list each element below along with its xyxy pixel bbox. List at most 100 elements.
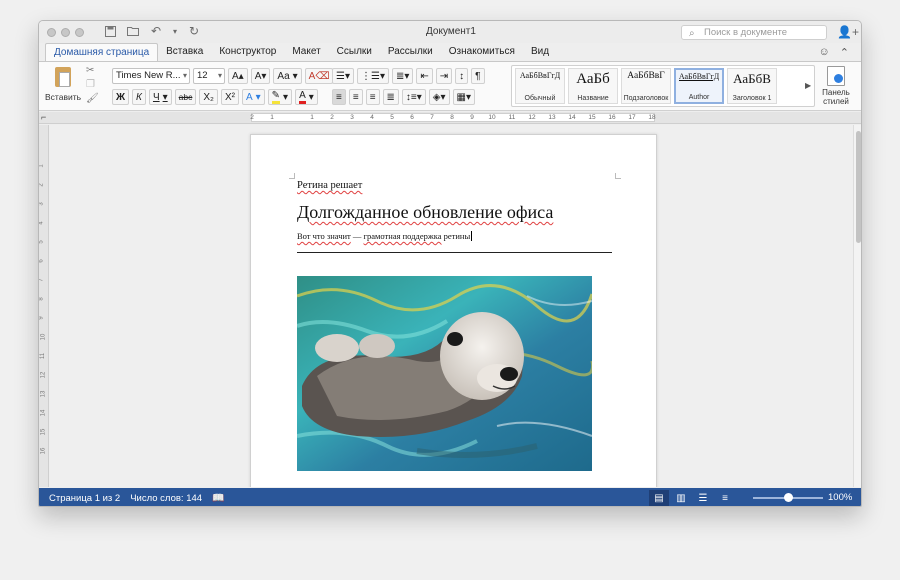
subscript-label: X₂ [203,91,214,103]
ruler-tick-label: 18 [648,114,656,121]
grow-font-button[interactable]: A▴ [228,68,248,84]
document-subtitle[interactable]: Вот что значит — грамотная поддержка рет… [297,231,473,241]
font-row-top: Times New R... 12 A▴ A▾ Aa▾ A⌫ [112,68,334,84]
horizontal-ruler[interactable]: ⌐ 2 1 1 2 3 4 5 6 7 8 9 10 11 12 13 14 15 16 17 18 [39,112,861,124]
shading-icon[interactable]: ◈▾ [428,89,450,105]
web-layout-icon[interactable]: ▥ [671,490,691,507]
style-heading-1-preview: АаБбВ [733,71,771,86]
page-count[interactable]: Страница 1 из 2 [49,493,120,504]
sort-icon[interactable]: ↕ [455,68,469,84]
decrease-indent-icon[interactable]: ⇤ [416,68,433,84]
brush-icon[interactable]: 🖌 [86,93,99,104]
document-title[interactable]: Долгожданное обновление офиса [297,202,553,223]
zoom-level[interactable]: 100% [828,492,852,503]
scissors-icon[interactable]: ✂ [86,65,99,76]
undo-icon[interactable]: ↶ [149,24,163,38]
align-center-icon[interactable]: ≡ [348,89,363,105]
shrink-font-button[interactable]: A▾ [250,68,271,84]
close-window-button[interactable] [47,28,56,37]
paragraph-row-top: ☰▾ ⋮☰▾ ≣▾ ⇤ ⇥ ↕ ¶ [332,68,485,84]
undo-dropdown[interactable]: ▾ [172,24,178,38]
add-user-icon[interactable]: 👤+ [837,25,859,39]
vertical-ruler[interactable]: 1 2 3 4 5 6 7 8 9 10 11 12 13 14 15 16 [39,125,49,487]
borders-icon[interactable]: ▦▾ [452,89,475,105]
style-normal[interactable]: АаБбВвГгД Обычный [515,68,565,104]
vertical-scrollbar[interactable] [853,125,861,487]
tab-references[interactable]: Ссылки [329,43,380,61]
tab-insert[interactable]: Вставка [158,43,211,61]
otter-photo[interactable] [297,276,592,471]
text-cursor [471,231,473,241]
increase-indent-icon[interactable]: ⇥ [435,68,453,84]
superscript-button[interactable]: X² [220,89,239,105]
tab-view[interactable]: Вид [523,43,557,61]
chevron-up-icon[interactable]: ⌃ [840,46,849,59]
smiley-icon[interactable]: ☺ [819,46,830,59]
ruler-tick-label: 16 [608,114,616,121]
italic-button[interactable]: К [132,89,146,105]
tab-review[interactable]: Ознакомиться [441,43,523,61]
subscript-button[interactable]: X₂ [199,89,218,105]
book-check-icon[interactable]: 📖 [212,493,224,504]
print-layout-icon[interactable]: ▤ [649,489,669,506]
tab-home[interactable]: Домашняя страница [45,43,159,61]
underline-button[interactable]: Ч ▾ [148,89,172,105]
line-spacing-icon[interactable]: ↕≡▾ [401,89,426,105]
pilcrow-icon[interactable]: ¶ [471,68,485,84]
font-size-select[interactable]: 12 [193,68,225,84]
align-right-icon[interactable]: ≡ [365,89,380,105]
tab-stop-selector[interactable]: ⌐ [41,112,46,122]
vertical-ruler-tick-label: 2 [38,183,45,187]
minimize-window-button[interactable] [61,28,70,37]
document-horizontal-rule [297,252,612,253]
ruler-tick-label: 9 [470,114,474,121]
style-author[interactable]: АаБбВвГгД Author [674,68,724,104]
scrollbar-thumb[interactable] [856,131,861,243]
justify-icon[interactable]: ≣ [382,89,399,105]
tab-design[interactable]: Конструктор [211,43,284,61]
style-heading-1[interactable]: АаБбВ Заголовок 1 [727,68,777,104]
document-page[interactable]: Ретина решает Долгожданное обновление оф… [250,134,657,487]
draft-view-icon[interactable]: ≡ [715,490,735,507]
document-heading[interactable]: Ретина решает [297,180,362,191]
vertical-ruler-tick-label: 3 [38,202,45,206]
open-folder-icon[interactable] [126,24,140,38]
ruler-tick-label: 7 [430,114,434,121]
word-count[interactable]: Число слов: 144 [130,493,202,504]
style-title[interactable]: АаБб Название [568,68,618,104]
highlight-button[interactable]: ✎ ▾ [267,89,293,105]
paste-button[interactable]: Вставить [45,67,81,102]
zoom-window-button[interactable] [75,28,84,37]
styles-more-arrow[interactable]: ▶ [805,81,811,90]
status-bar: Страница 1 из 2 Число слов: 144 📖 ▤ ▥ ☰ … [39,488,861,507]
font-color-button[interactable]: A ▾ [295,89,318,105]
vertical-ruler-tick-label: 7 [38,278,45,282]
vertical-ruler-tick-label: 11 [40,352,47,360]
text-effects-button[interactable]: A ▾ [241,89,265,105]
outline-view-icon[interactable]: ☰ [693,490,713,507]
tab-layout[interactable]: Макет [284,43,328,61]
change-case-button[interactable]: Aa ▾ [273,68,302,84]
tab-mailings[interactable]: Рассылки [380,43,441,61]
zoom-slider-knob[interactable] [784,493,793,502]
style-author-preview: АаБбВвГгД [678,72,720,81]
font-name-select[interactable]: Times New R... [112,68,190,84]
strikethrough-button[interactable]: abc [174,89,197,105]
style-pane-icon [827,66,845,86]
bold-button[interactable]: Ж [112,89,130,105]
save-icon[interactable] [103,24,117,38]
multilevel-icon[interactable]: ≣▾ [391,68,414,84]
style-pane-button[interactable]: Панель стилей [816,66,856,106]
clear-format-icon[interactable]: A⌫ [304,68,334,84]
copy-icon[interactable]: ❐ [86,79,99,90]
ruler-tick-label: 12 [528,114,536,121]
align-left-icon[interactable]: ≡ [332,89,346,105]
bullets-icon[interactable]: ☰▾ [332,68,354,84]
numbering-icon[interactable]: ⋮☰▾ [356,68,389,84]
search-input[interactable]: ⌕ Поиск в документе [681,25,827,40]
vertical-ruler-tick-label: 12 [40,371,47,379]
subtitle-part: — [350,231,364,241]
redo-icon[interactable]: ↻ [187,24,201,38]
ribbon-right-controls: ☺ ⌃ [819,46,849,59]
style-subtitle[interactable]: АаБбВвГ Подзаголовок [621,68,671,104]
